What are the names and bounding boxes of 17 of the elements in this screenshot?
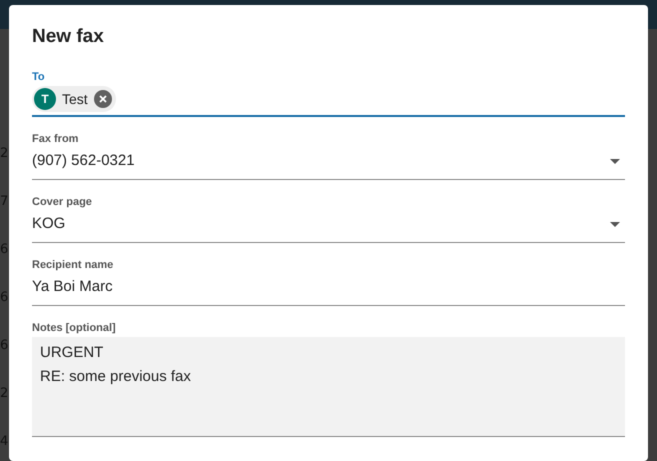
- remove-icon[interactable]: [94, 90, 112, 108]
- recipient-chip[interactable]: T Test: [32, 86, 116, 112]
- text-area[interactable]: URGENT RE: some previous fax: [32, 337, 625, 437]
- chip-label: Test: [62, 90, 88, 109]
- field-label: Fax from: [32, 132, 80, 146]
- dropdown[interactable]: KOG: [32, 211, 625, 243]
- field-label: Recipient name: [32, 258, 114, 272]
- recipient-field[interactable]: T Test: [32, 86, 625, 117]
- dialog-title: New fax: [32, 25, 105, 49]
- input-field[interactable]: Ya Boi Marc: [32, 274, 625, 306]
- field-label: Notes [optional]: [32, 321, 117, 335]
- field-label: Cover page: [32, 195, 93, 209]
- field-label: To: [32, 70, 46, 84]
- avatar-initial: T: [34, 88, 56, 110]
- caret-icon: [610, 222, 620, 226]
- caret-icon: [610, 158, 620, 164]
- dropdown[interactable]: (907) 562-0321: [32, 148, 625, 180]
